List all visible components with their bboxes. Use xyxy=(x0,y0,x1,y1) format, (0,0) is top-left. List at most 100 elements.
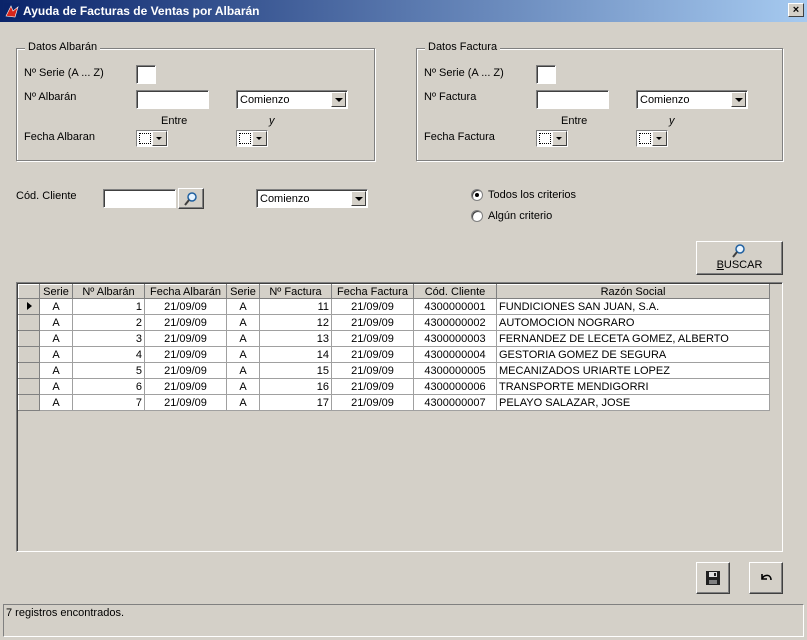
cell-fecha-albaran[interactable]: 21/09/09 xyxy=(144,314,227,331)
row-selector[interactable] xyxy=(18,378,40,395)
chevron-down-icon[interactable] xyxy=(652,131,667,146)
table-row[interactable]: A 4 21/09/09 A 14 21/09/09 4300000004 GE… xyxy=(18,346,770,363)
factura-fecha-desde-picker[interactable] xyxy=(536,130,568,147)
radio-algun-criterio[interactable]: Algún criterio xyxy=(471,210,552,223)
cell-razon-social[interactable]: AUTOMOCION NOGRARO xyxy=(496,314,770,331)
cell-fecha-factura[interactable]: 21/09/09 xyxy=(331,394,414,411)
col-header-razon-social[interactable]: Razón Social xyxy=(496,284,770,299)
albaran-match-select[interactable]: Comienzo xyxy=(236,90,348,109)
albaran-fecha-hasta-picker[interactable] xyxy=(236,130,268,147)
cell-razon-social[interactable]: GESTORIA GOMEZ DE SEGURA xyxy=(496,346,770,363)
cell-num-factura[interactable]: 13 xyxy=(259,330,332,347)
cell-num-factura[interactable]: 16 xyxy=(259,378,332,395)
cell-num-factura[interactable]: 15 xyxy=(259,362,332,379)
cell-razon-social[interactable]: FUNDICIONES SAN JUAN, S.A. xyxy=(496,298,770,315)
cliente-search-button[interactable] xyxy=(178,188,204,209)
cell-num-factura[interactable]: 17 xyxy=(259,394,332,411)
cell-razon-social[interactable]: FERNANDEZ DE LECETA GOMEZ, ALBERTO xyxy=(496,330,770,347)
chevron-down-icon[interactable] xyxy=(351,191,366,206)
chevron-down-icon[interactable] xyxy=(331,92,346,107)
cell-num-albaran[interactable]: 5 xyxy=(72,362,145,379)
cell-serie-albaran[interactable]: A xyxy=(39,378,73,395)
cell-fecha-albaran[interactable]: 21/09/09 xyxy=(144,330,227,347)
cell-num-albaran[interactable]: 3 xyxy=(72,330,145,347)
col-header-serie-albaran[interactable]: Serie xyxy=(39,284,73,299)
cell-fecha-factura[interactable]: 21/09/09 xyxy=(331,298,414,315)
results-grid[interactable]: Serie Nº Albarán Fecha Albarán Serie Nº … xyxy=(16,282,783,552)
col-header-fecha-factura[interactable]: Fecha Factura xyxy=(331,284,414,299)
radio-todos-criterios[interactable]: Todos los criterios xyxy=(471,189,576,202)
undo-button[interactable] xyxy=(749,562,783,594)
cell-serie-factura[interactable]: A xyxy=(226,362,260,379)
cell-num-factura[interactable]: 14 xyxy=(259,346,332,363)
save-button[interactable] xyxy=(696,562,730,594)
col-header-cod-cliente[interactable]: Cód. Cliente xyxy=(413,284,497,299)
cell-cod-cliente[interactable]: 4300000001 xyxy=(413,298,497,315)
factura-serie-input[interactable] xyxy=(536,65,556,84)
cell-num-factura[interactable]: 11 xyxy=(259,298,332,315)
row-selector[interactable] xyxy=(18,362,40,379)
cell-fecha-factura[interactable]: 21/09/09 xyxy=(331,314,414,331)
radio-button[interactable] xyxy=(471,210,483,223)
cell-serie-factura[interactable]: A xyxy=(226,314,260,331)
radio-button-checked[interactable] xyxy=(471,189,483,202)
cell-razon-social[interactable]: PELAYO SALAZAR, JOSE xyxy=(496,394,770,411)
table-row[interactable]: A 2 21/09/09 A 12 21/09/09 4300000002 AU… xyxy=(18,314,770,331)
col-header-fecha-albaran[interactable]: Fecha Albarán xyxy=(144,284,227,299)
cell-serie-factura[interactable]: A xyxy=(226,346,260,363)
cell-num-albaran[interactable]: 2 xyxy=(72,314,145,331)
cell-fecha-factura[interactable]: 21/09/09 xyxy=(331,346,414,363)
cell-serie-factura[interactable]: A xyxy=(226,378,260,395)
chevron-down-icon[interactable] xyxy=(252,131,267,146)
cell-serie-albaran[interactable]: A xyxy=(39,314,73,331)
cell-serie-albaran[interactable]: A xyxy=(39,346,73,363)
table-row[interactable]: A 3 21/09/09 A 13 21/09/09 4300000003 FE… xyxy=(18,330,770,347)
cell-cod-cliente[interactable]: 4300000003 xyxy=(413,330,497,347)
factura-numero-input[interactable] xyxy=(536,90,609,109)
cell-serie-factura[interactable]: A xyxy=(226,394,260,411)
row-selector[interactable] xyxy=(18,314,40,331)
cell-serie-albaran[interactable]: A xyxy=(39,330,73,347)
cell-num-albaran[interactable]: 7 xyxy=(72,394,145,411)
cell-cod-cliente[interactable]: 4300000007 xyxy=(413,394,497,411)
cell-fecha-factura[interactable]: 21/09/09 xyxy=(331,330,414,347)
cell-num-albaran[interactable]: 6 xyxy=(72,378,145,395)
col-header-num-factura[interactable]: Nº Factura xyxy=(259,284,332,299)
cell-num-albaran[interactable]: 4 xyxy=(72,346,145,363)
row-selector[interactable] xyxy=(18,346,40,363)
cliente-match-select[interactable]: Comienzo xyxy=(256,189,368,208)
chevron-down-icon[interactable] xyxy=(731,92,746,107)
chevron-down-icon[interactable] xyxy=(552,131,567,146)
cell-cod-cliente[interactable]: 4300000002 xyxy=(413,314,497,331)
cell-fecha-factura[interactable]: 21/09/09 xyxy=(331,362,414,379)
row-selector[interactable] xyxy=(18,330,40,347)
albaran-numero-input[interactable] xyxy=(136,90,209,109)
cell-num-factura[interactable]: 12 xyxy=(259,314,332,331)
cell-serie-factura[interactable]: A xyxy=(226,330,260,347)
close-button[interactable]: × xyxy=(788,3,804,17)
albaran-serie-input[interactable] xyxy=(136,65,156,84)
cell-num-albaran[interactable]: 1 xyxy=(72,298,145,315)
factura-match-select[interactable]: Comienzo xyxy=(636,90,748,109)
cell-serie-factura[interactable]: A xyxy=(226,298,260,315)
cell-razon-social[interactable]: MECANIZADOS URIARTE LOPEZ xyxy=(496,362,770,379)
cell-cod-cliente[interactable]: 4300000005 xyxy=(413,362,497,379)
cliente-input[interactable] xyxy=(103,189,176,208)
chevron-down-icon[interactable] xyxy=(152,131,167,146)
factura-fecha-hasta-picker[interactable] xyxy=(636,130,668,147)
cell-cod-cliente[interactable]: 4300000006 xyxy=(413,378,497,395)
table-row[interactable]: A 6 21/09/09 A 16 21/09/09 4300000006 TR… xyxy=(18,378,770,395)
table-row[interactable]: A 7 21/09/09 A 17 21/09/09 4300000007 PE… xyxy=(18,394,770,411)
row-selector[interactable] xyxy=(18,394,40,411)
results-table[interactable]: Serie Nº Albarán Fecha Albarán Serie Nº … xyxy=(18,284,770,411)
cell-serie-albaran[interactable]: A xyxy=(39,298,73,315)
cell-serie-albaran[interactable]: A xyxy=(39,362,73,379)
buscar-button[interactable]: BUSCAR xyxy=(696,241,783,275)
albaran-fecha-desde-picker[interactable] xyxy=(136,130,168,147)
row-selector[interactable] xyxy=(18,298,40,315)
col-header-serie-factura[interactable]: Serie xyxy=(226,284,260,299)
cell-fecha-albaran[interactable]: 21/09/09 xyxy=(144,346,227,363)
cell-fecha-albaran[interactable]: 21/09/09 xyxy=(144,362,227,379)
cell-fecha-albaran[interactable]: 21/09/09 xyxy=(144,298,227,315)
table-row[interactable]: A 1 21/09/09 A 11 21/09/09 4300000001 FU… xyxy=(18,298,770,315)
